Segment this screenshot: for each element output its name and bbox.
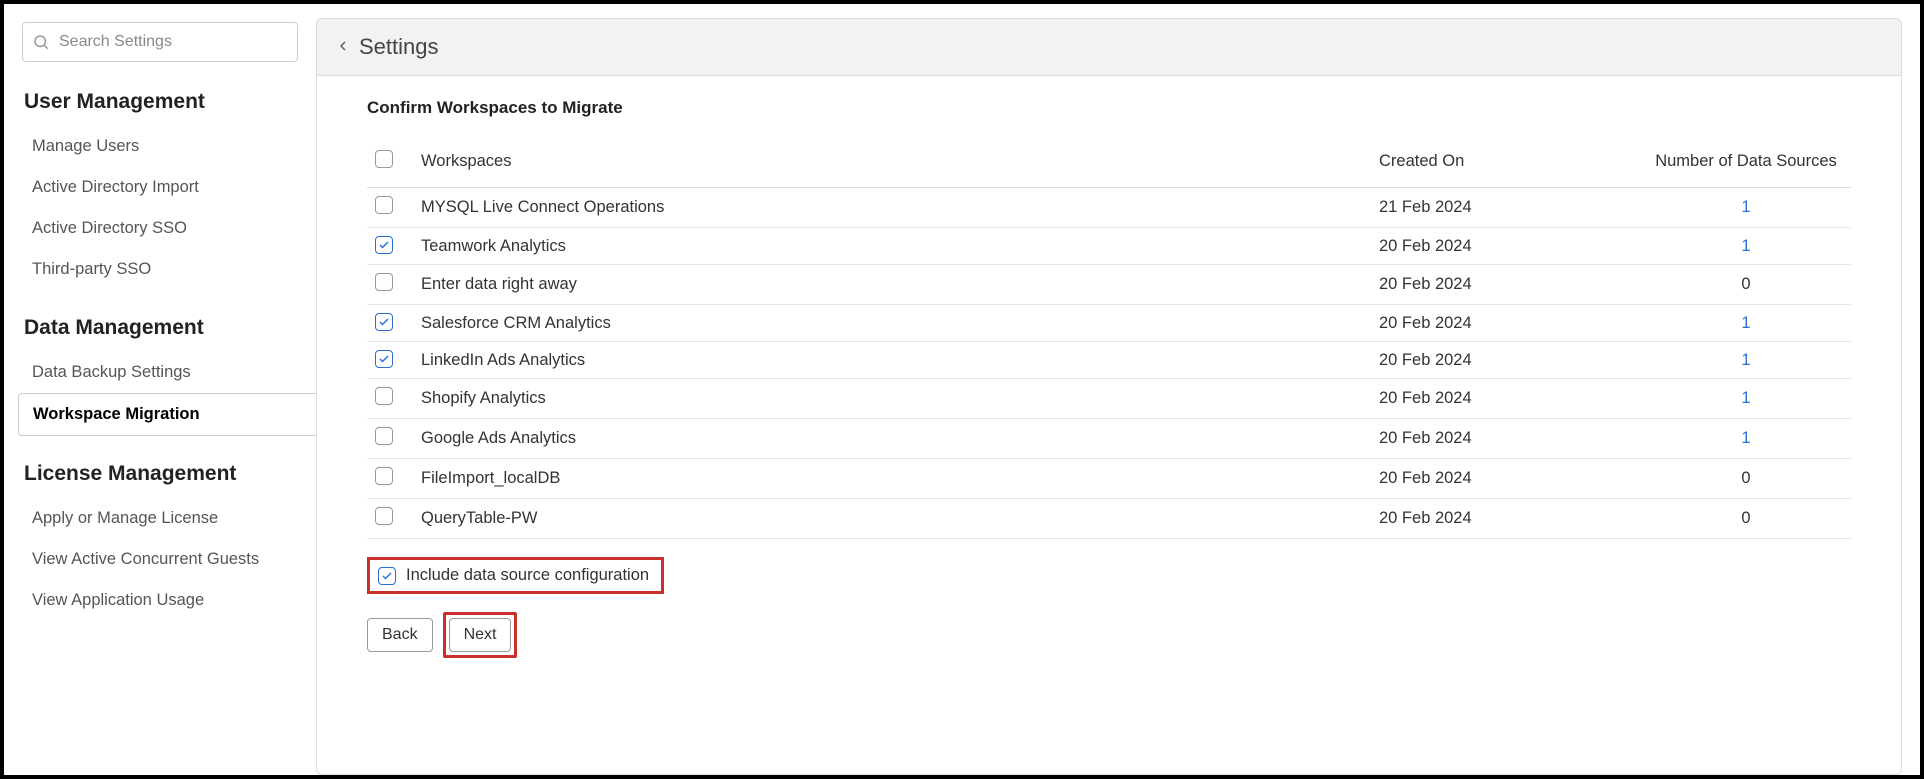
- data-source-link[interactable]: 1: [1741, 389, 1750, 407]
- include-config-row: Include data source configuration: [367, 557, 664, 594]
- select-all-checkbox[interactable]: [375, 150, 393, 168]
- table-row: MYSQL Live Connect Operations21 Feb 2024…: [367, 188, 1851, 228]
- created-on: 20 Feb 2024: [1371, 265, 1641, 305]
- nav-group: User ManagementManage UsersActive Direct…: [4, 90, 316, 290]
- next-button-highlight: Next: [443, 612, 518, 658]
- data-source-count: 0: [1641, 265, 1851, 305]
- data-source-count: 0: [1641, 459, 1851, 499]
- table-row: FileImport_localDB20 Feb 20240: [367, 459, 1851, 499]
- nav-group: Data ManagementData Backup SettingsWorks…: [4, 316, 316, 436]
- header-title: Settings: [359, 34, 439, 60]
- sidebar-item-active-directory-import[interactable]: Active Directory Import: [4, 167, 316, 208]
- row-checkbox[interactable]: [375, 313, 393, 331]
- data-source-link[interactable]: 1: [1741, 237, 1750, 255]
- workspace-name: Google Ads Analytics: [413, 419, 1371, 459]
- workspace-name: LinkedIn Ads Analytics: [413, 342, 1371, 379]
- created-on: 20 Feb 2024: [1371, 305, 1641, 342]
- search-input[interactable]: [22, 22, 298, 62]
- section-title: Confirm Workspaces to Migrate: [367, 98, 1851, 118]
- settings-header: Settings: [316, 18, 1902, 76]
- created-on: 20 Feb 2024: [1371, 499, 1641, 539]
- row-checkbox[interactable]: [375, 273, 393, 291]
- sidebar-item-manage-users[interactable]: Manage Users: [4, 126, 316, 167]
- created-on: 20 Feb 2024: [1371, 379, 1641, 419]
- table-row: Salesforce CRM Analytics20 Feb 2024 1: [367, 305, 1851, 342]
- table-row: Shopify Analytics20 Feb 2024 1: [367, 379, 1851, 419]
- workspace-name: MYSQL Live Connect Operations: [413, 188, 1371, 228]
- data-source-count: 0: [1641, 499, 1851, 539]
- created-on: 20 Feb 2024: [1371, 459, 1641, 499]
- workspace-name: Shopify Analytics: [413, 379, 1371, 419]
- back-button[interactable]: Back: [367, 618, 433, 652]
- chevron-left-icon[interactable]: [335, 34, 359, 60]
- sidebar-item-view-application-usage[interactable]: View Application Usage: [4, 580, 316, 621]
- button-row: Back Next: [367, 612, 1851, 658]
- workspace-name: Enter data right away: [413, 265, 1371, 305]
- nav-group-title: User Management: [4, 90, 316, 126]
- include-config-checkbox[interactable]: [378, 567, 396, 585]
- data-source-count: 1: [1641, 188, 1851, 228]
- sidebar-item-data-backup-settings[interactable]: Data Backup Settings: [4, 352, 316, 393]
- content: Confirm Workspaces to Migrate Workspaces…: [316, 76, 1902, 775]
- workspace-name: FileImport_localDB: [413, 459, 1371, 499]
- created-on: 20 Feb 2024: [1371, 342, 1641, 379]
- workspaces-table: Workspaces Created On Number of Data Sou…: [367, 140, 1851, 539]
- created-on: 21 Feb 2024: [1371, 188, 1641, 228]
- row-checkbox[interactable]: [375, 387, 393, 405]
- col-created: Created On: [1371, 140, 1641, 188]
- data-source-count: 1: [1641, 379, 1851, 419]
- main: Settings Confirm Workspaces to Migrate W…: [316, 4, 1920, 775]
- data-source-link[interactable]: 1: [1741, 314, 1750, 332]
- row-checkbox[interactable]: [375, 350, 393, 368]
- search-icon: [32, 33, 50, 51]
- table-row: LinkedIn Ads Analytics20 Feb 2024 1: [367, 342, 1851, 379]
- created-on: 20 Feb 2024: [1371, 419, 1641, 459]
- data-source-count: 1: [1641, 305, 1851, 342]
- search-wrap: [22, 22, 298, 62]
- row-checkbox[interactable]: [375, 467, 393, 485]
- created-on: 20 Feb 2024: [1371, 228, 1641, 265]
- row-checkbox[interactable]: [375, 427, 393, 445]
- table-header-row: Workspaces Created On Number of Data Sou…: [367, 140, 1851, 188]
- col-sources: Number of Data Sources: [1641, 140, 1851, 188]
- table-row: Enter data right away20 Feb 20240: [367, 265, 1851, 305]
- nav-group-title: Data Management: [4, 316, 316, 352]
- table-row: Teamwork Analytics20 Feb 2024 1: [367, 228, 1851, 265]
- row-checkbox[interactable]: [375, 507, 393, 525]
- sidebar-item-active-directory-sso[interactable]: Active Directory SSO: [4, 208, 316, 249]
- sidebar-item-apply-or-manage-license[interactable]: Apply or Manage License: [4, 498, 316, 539]
- workspace-name: Teamwork Analytics: [413, 228, 1371, 265]
- include-config-label: Include data source configuration: [406, 566, 649, 585]
- data-source-count: 1: [1641, 419, 1851, 459]
- data-source-link[interactable]: 1: [1741, 351, 1750, 369]
- nav-group: License ManagementApply or Manage Licens…: [4, 462, 316, 621]
- data-source-count: 1: [1641, 228, 1851, 265]
- data-source-link[interactable]: 1: [1741, 198, 1750, 216]
- data-source-link[interactable]: 1: [1741, 429, 1750, 447]
- sidebar: User ManagementManage UsersActive Direct…: [4, 4, 316, 775]
- data-source-count: 1: [1641, 342, 1851, 379]
- workspace-name: Salesforce CRM Analytics: [413, 305, 1371, 342]
- sidebar-item-workspace-migration[interactable]: Workspace Migration: [18, 393, 316, 436]
- sidebar-item-third-party-sso[interactable]: Third-party SSO: [4, 249, 316, 290]
- row-checkbox[interactable]: [375, 196, 393, 214]
- workspace-name: QueryTable-PW: [413, 499, 1371, 539]
- row-checkbox[interactable]: [375, 236, 393, 254]
- col-workspaces: Workspaces: [413, 140, 1371, 188]
- nav-group-title: License Management: [4, 462, 316, 498]
- table-row: Google Ads Analytics20 Feb 2024 1: [367, 419, 1851, 459]
- sidebar-item-view-active-concurrent-guests[interactable]: View Active Concurrent Guests: [4, 539, 316, 580]
- next-button[interactable]: Next: [449, 618, 512, 652]
- table-row: QueryTable-PW20 Feb 20240: [367, 499, 1851, 539]
